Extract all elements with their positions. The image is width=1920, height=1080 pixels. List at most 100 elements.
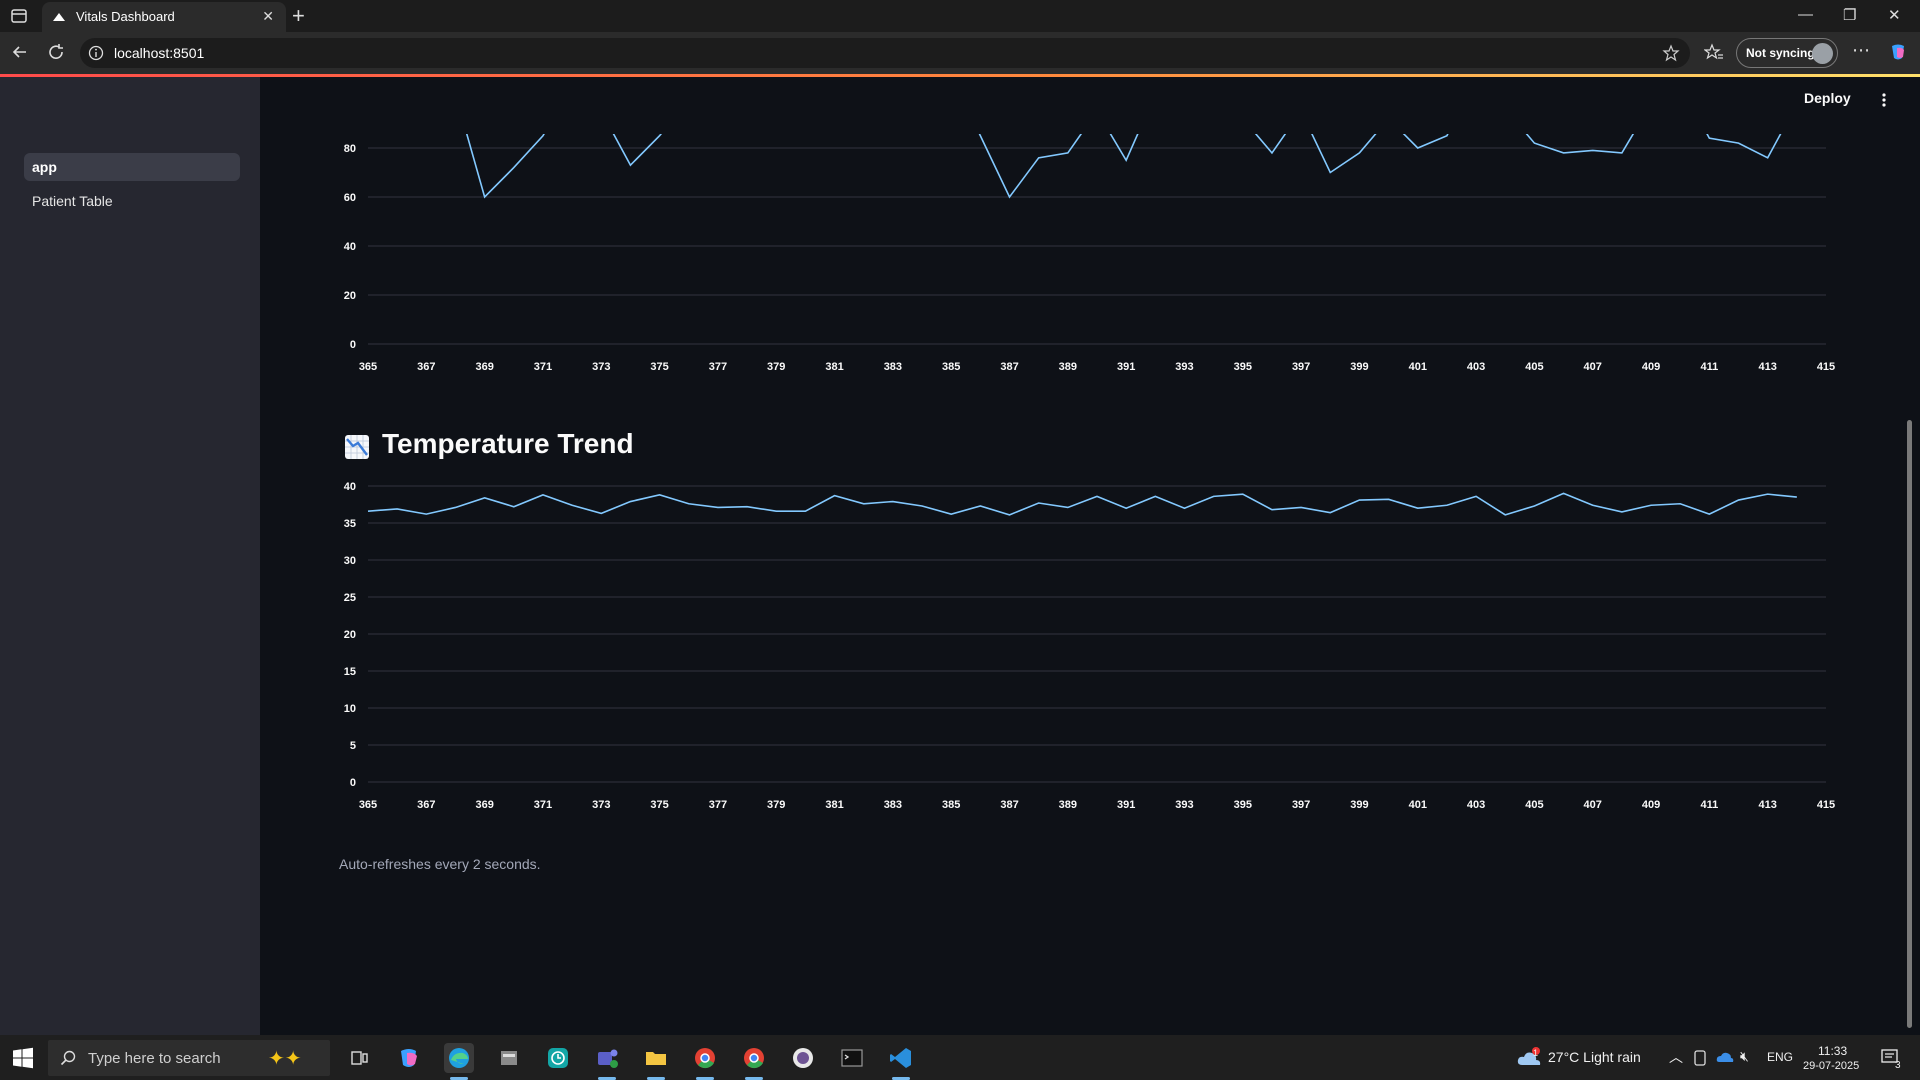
x-tick-label: 387 — [1000, 799, 1018, 811]
weather-cloud-icon[interactable] — [1516, 1047, 1542, 1069]
tab-actions-icon[interactable] — [10, 7, 28, 25]
site-info-icon[interactable] — [88, 45, 104, 61]
clock-app-icon[interactable] — [543, 1043, 573, 1073]
auto-refresh-caption: Auto-refreshes every 2 seconds. — [339, 856, 541, 872]
x-tick-label: 413 — [1759, 799, 1777, 811]
favorites-icon[interactable] — [1704, 42, 1724, 62]
device-icon[interactable] — [1693, 1050, 1707, 1066]
x-tick-label: 411 — [1700, 361, 1718, 373]
x-tick-label: 381 — [825, 799, 843, 811]
x-tick-label: 371 — [534, 799, 552, 811]
x-tick-label: 383 — [884, 361, 902, 373]
x-tick-label: 367 — [417, 799, 435, 811]
onedrive-icon[interactable] — [1716, 1050, 1734, 1064]
x-tick-label: 413 — [1759, 361, 1777, 373]
browser-tab-active[interactable]: Vitals Dashboard ✕ — [42, 2, 286, 32]
vscode-icon[interactable] — [886, 1043, 916, 1073]
x-tick-label: 393 — [1175, 799, 1193, 811]
x-tick-label: 375 — [650, 799, 668, 811]
x-tick-label: 393 — [1175, 361, 1193, 373]
x-tick-label: 365 — [359, 799, 377, 811]
x-tick-label: 385 — [942, 799, 960, 811]
x-tick-label: 379 — [767, 361, 785, 373]
windows-start-icon[interactable] — [12, 1047, 34, 1069]
sidebar: app Patient Table — [0, 77, 260, 1035]
streamlit-favicon-icon — [53, 13, 65, 21]
search-highlight-icon: ✦✦ — [268, 1048, 302, 1070]
search-placeholder: Type here to search — [88, 1050, 221, 1067]
x-tick-label: 405 — [1525, 361, 1543, 373]
chart-grid — [368, 485, 1826, 783]
profile-sync-button[interactable]: Not syncing — [1736, 38, 1838, 68]
refresh-icon[interactable] — [46, 42, 66, 62]
x-tick-label: 399 — [1350, 361, 1368, 373]
y-tick-label: 40 — [344, 241, 356, 253]
y-tick-label: 20 — [344, 629, 356, 641]
x-tick-label: 415 — [1817, 361, 1835, 373]
x-tick-label: 405 — [1525, 799, 1543, 811]
y-tick-label: 60 — [344, 192, 356, 204]
x-tick-label: 387 — [1000, 361, 1018, 373]
x-tick-label: 407 — [1584, 799, 1602, 811]
y-tick-label: 30 — [344, 555, 356, 567]
back-icon[interactable] — [10, 42, 30, 62]
x-tick-label: 371 — [534, 361, 552, 373]
restore-icon[interactable]: ❐ — [1843, 6, 1856, 24]
x-tick-label: 403 — [1467, 361, 1485, 373]
close-window-icon[interactable]: ✕ — [1888, 6, 1901, 24]
new-tab-icon[interactable]: + — [292, 3, 305, 29]
vitals-line-chart[interactable]: 0 20 40 60 80 365 367 369 371 373 375 377 379 381 383… — [320, 130, 1840, 385]
taskbar-search[interactable]: Type here to search ✦✦ — [48, 1040, 330, 1076]
y-tick-label: 10 — [344, 703, 356, 715]
clock-time[interactable]: 11:33 — [1818, 1044, 1847, 1058]
teams-icon[interactable] — [592, 1043, 622, 1073]
chart-grid — [368, 147, 1826, 345]
task-view-icon[interactable] — [344, 1043, 374, 1073]
chart-decreasing-icon — [345, 435, 369, 459]
clock-date[interactable]: 29-07-2025 — [1803, 1060, 1859, 1072]
main-menu-icon[interactable] — [1876, 92, 1892, 108]
x-tick-label: 381 — [825, 361, 843, 373]
language-indicator[interactable]: ENG — [1767, 1050, 1793, 1064]
y-tick-label: 35 — [344, 518, 356, 530]
x-tick-label: 385 — [942, 361, 960, 373]
x-tick-label: 409 — [1642, 799, 1660, 811]
copilot-icon[interactable] — [1888, 42, 1908, 62]
temperature-line-chart[interactable]: 0 5 10 15 20 25 30 35 40 365 367 369 371 373 375 377 37… — [320, 478, 1840, 818]
y-tick-label: 0 — [350, 777, 356, 789]
favorite-star-icon[interactable] — [1662, 44, 1680, 62]
show-hidden-icons-icon[interactable]: ︿ — [1669, 1047, 1683, 1067]
x-tick-label: 411 — [1700, 799, 1718, 811]
weather-text[interactable]: 27°C Light rain — [1548, 1049, 1641, 1065]
browser-toolbar: localhost:8501 Not syncing ⋯ — [0, 32, 1920, 74]
copilot-app-icon[interactable] — [394, 1043, 424, 1073]
file-explorer-alt-icon[interactable] — [494, 1043, 524, 1073]
terminal-icon[interactable] — [837, 1043, 867, 1073]
y-tick-label: 40 — [344, 481, 356, 493]
y-tick-label: 15 — [344, 666, 356, 678]
github-desktop-icon[interactable] — [788, 1043, 818, 1073]
tab-title: Vitals Dashboard — [76, 9, 175, 24]
address-bar[interactable]: localhost:8501 — [80, 38, 1690, 68]
scrollbar[interactable] — [1907, 420, 1912, 1028]
search-icon — [60, 1050, 76, 1066]
x-tick-label: 397 — [1292, 361, 1310, 373]
volume-muted-icon[interactable]: 🔇︎ — [1740, 1048, 1749, 1065]
more-options-icon[interactable]: ⋯ — [1852, 40, 1870, 61]
deploy-button[interactable]: Deploy — [1804, 90, 1851, 106]
file-explorer-icon[interactable] — [641, 1043, 671, 1073]
x-tick-label: 365 — [359, 361, 377, 373]
y-tick-label: 25 — [344, 592, 356, 604]
chrome-profile-icon[interactable] — [739, 1043, 769, 1073]
chrome-icon[interactable] — [690, 1043, 720, 1073]
y-tick-label: 5 — [350, 740, 356, 752]
sidebar-item-app[interactable]: app — [24, 153, 240, 181]
sidebar-item-patient-table[interactable]: Patient Table — [24, 187, 240, 215]
x-tick-label: 373 — [592, 361, 610, 373]
edge-browser-icon[interactable] — [444, 1043, 474, 1073]
x-tick-label: 395 — [1234, 361, 1252, 373]
minimize-icon[interactable]: — — [1798, 6, 1813, 23]
x-tick-label: 389 — [1059, 361, 1077, 373]
x-tick-label: 399 — [1350, 799, 1368, 811]
close-tab-icon[interactable]: ✕ — [262, 8, 274, 25]
